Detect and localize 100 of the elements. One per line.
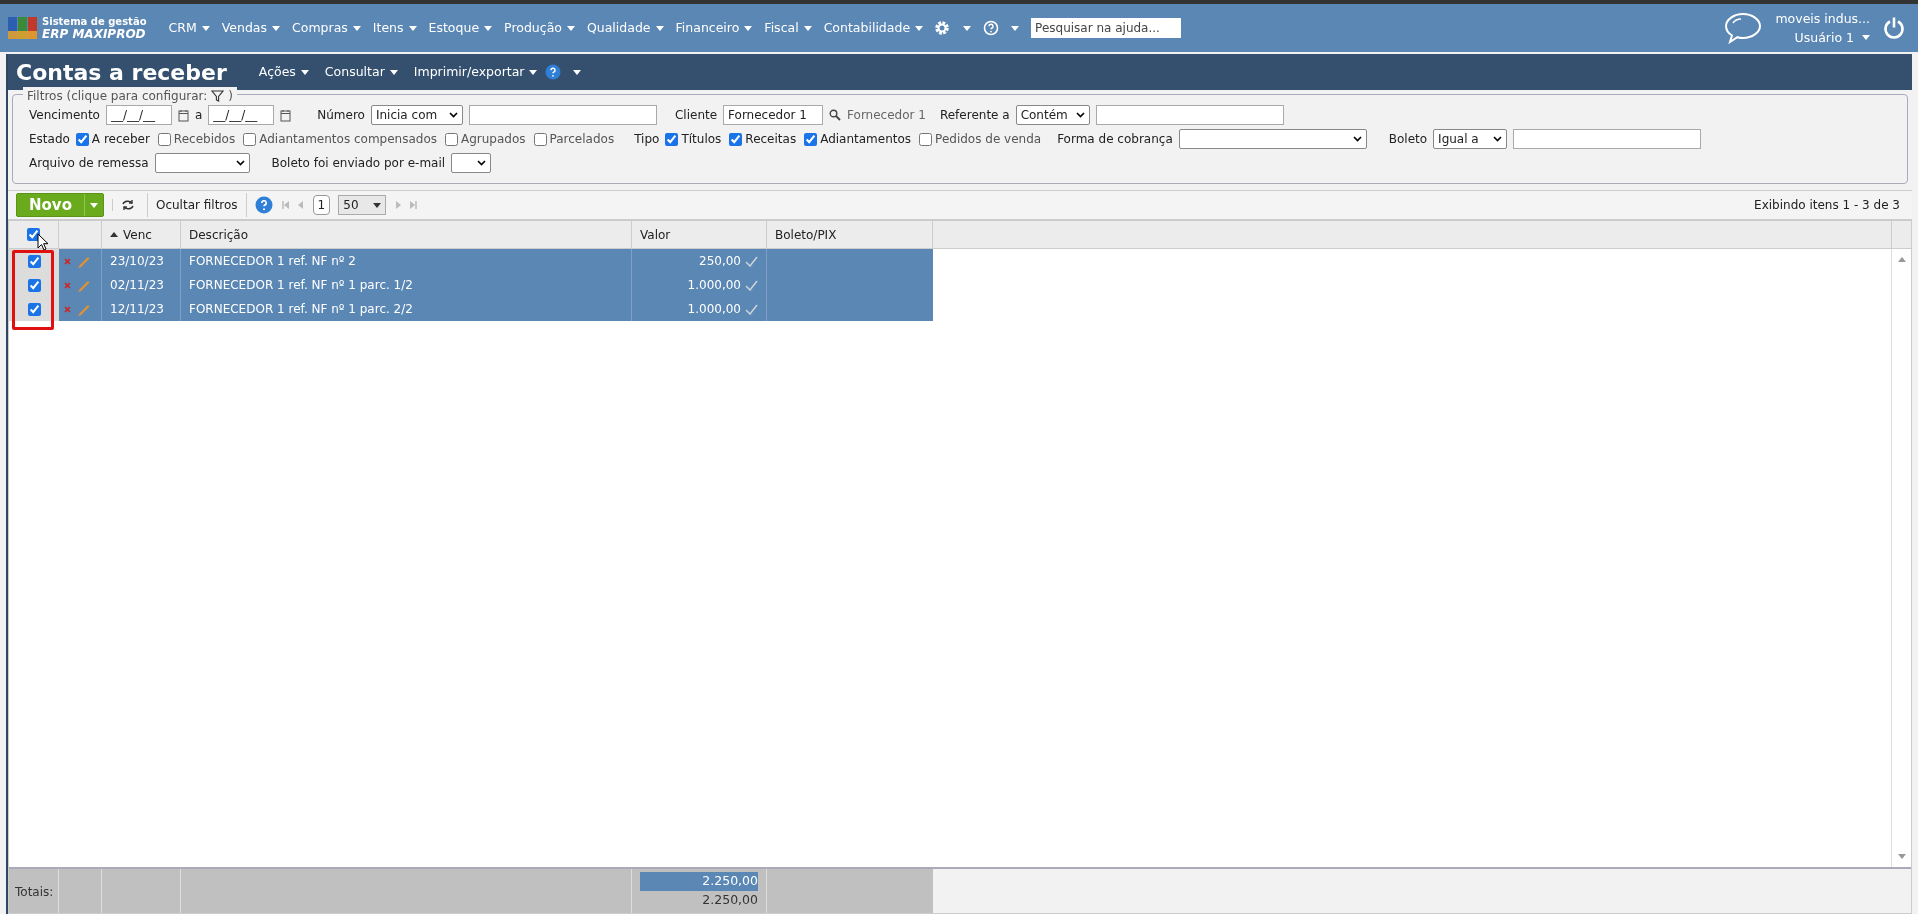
page-title: Contas a receber: [16, 58, 227, 87]
caret-icon: [529, 69, 538, 75]
caret-icon: [352, 25, 361, 31]
column-header[interactable]: Boleto/PIX: [767, 221, 933, 248]
menu-item[interactable]: Financeiro: [669, 18, 759, 38]
caret-icon: [89, 202, 98, 208]
menu-item[interactable]: Fiscal: [758, 18, 818, 38]
scroll-down-icon: [1897, 854, 1906, 859]
field-label: Cliente: [674, 107, 718, 124]
checkbox[interactable]: [243, 132, 257, 146]
field-label: Boleto: [1388, 131, 1428, 148]
user-menu[interactable]: Usuário 1: [1794, 28, 1870, 47]
table-row[interactable]: 23/10/23 FORNECEDOR 1 ref. NF nº 2 250,00: [9, 249, 933, 273]
checkbox[interactable]: [27, 278, 41, 292]
help-menu[interactable]: [545, 64, 582, 80]
checkbox[interactable]: [665, 132, 679, 146]
checkbox[interactable]: [27, 302, 41, 316]
search-icon: [829, 109, 842, 121]
table-row[interactable]: 12/11/23 FORNECEDOR 1 ref. NF nº 1 parc. 2/2 1.000,00: [9, 297, 933, 321]
logo-text: ERP MAXIPROD: [42, 28, 147, 41]
table-cell-text: 250,00: [699, 253, 741, 270]
search-field[interactable]: Pesquisar na ajuda...: [1031, 18, 1182, 38]
scroll-up-icon: [1897, 257, 1906, 262]
chat-icon: [1723, 11, 1764, 45]
checkbox[interactable]: [729, 132, 743, 146]
settings-icon: [933, 19, 952, 37]
checkbox[interactable]: [533, 132, 547, 146]
caret-icon: [300, 69, 309, 75]
match-select[interactable]: Contém: [1015, 105, 1090, 125]
page-size-select[interactable]: 50: [338, 195, 387, 215]
checkbox[interactable]: [919, 132, 933, 146]
caret-icon: [389, 69, 398, 75]
menu-item[interactable]: Produção: [498, 18, 581, 38]
table-cell-text: 1.000,00: [687, 277, 741, 294]
menu-item[interactable]: Imprimir/exportar: [413, 62, 538, 82]
page-number[interactable]: 1: [312, 195, 331, 215]
logo-caption: Sistema de gestão: [42, 15, 147, 28]
sort-up-icon: [110, 232, 118, 237]
menu-item[interactable]: Itens: [366, 18, 423, 38]
checkbox[interactable]: [445, 132, 458, 146]
caret-icon: [566, 25, 575, 31]
caret-icon: [272, 25, 281, 31]
power-button[interactable]: [1882, 16, 1906, 40]
date-field[interactable]: __/__/__: [105, 105, 172, 125]
dropdown[interactable]: [154, 153, 250, 173]
help-icon: [983, 20, 1000, 36]
power-icon: [1882, 16, 1906, 40]
logo-icon: [8, 15, 38, 41]
checkbox-label: Adiantamentos compensados: [259, 131, 437, 148]
field-label: Fornecedor 1: [847, 107, 926, 124]
checkbox[interactable]: [804, 132, 818, 146]
delete-icon: [64, 281, 71, 289]
match-select[interactable]: Inicia com: [370, 105, 463, 125]
menu-item[interactable]: Estoque: [422, 18, 499, 38]
field-label: a: [194, 107, 203, 124]
check-icon: [745, 303, 758, 315]
help-icon: [545, 64, 562, 80]
client-field[interactable]: Fornecedor 1: [723, 105, 824, 125]
menu-item[interactable]: Qualidade: [580, 18, 670, 38]
field-label: Referente a: [939, 107, 1010, 124]
column-header[interactable]: Venc: [102, 221, 181, 248]
caret-icon: [201, 25, 210, 31]
checkbox-label: Adiantamentos: [820, 131, 912, 148]
hide-filters-button[interactable]: Ocultar filtros: [146, 193, 247, 217]
menu-item[interactable]: Ações: [258, 62, 309, 82]
table-cell: 12/11/23: [102, 297, 181, 321]
caret-icon: [744, 25, 753, 31]
checkbox-label: Agrupados: [461, 131, 526, 148]
dropdown[interactable]: [1178, 129, 1367, 149]
caret-icon: [408, 25, 417, 31]
input-field[interactable]: [1095, 105, 1284, 125]
menu-item[interactable]: Vendas: [215, 18, 287, 38]
checkbox[interactable]: [157, 132, 171, 146]
checkbox-label: Parcelados: [549, 131, 615, 148]
caret-icon: [1011, 25, 1020, 31]
caret-icon: [1862, 35, 1870, 40]
input-field[interactable]: [468, 105, 657, 125]
table-row[interactable]: 02/11/23 FORNECEDOR 1 ref. NF nº 1 parc. 1/2 1.000,00: [9, 273, 933, 297]
input-field[interactable]: [1513, 129, 1702, 149]
pencil-icon: [77, 254, 91, 268]
dropdown[interactable]: [451, 153, 492, 173]
caret-icon: [963, 25, 972, 31]
column-header[interactable]: Valor: [632, 221, 767, 248]
filter-legend[interactable]: Filtros (clique para configurar:: [27, 87, 208, 105]
checkbox[interactable]: [75, 132, 89, 146]
filter-icon: [211, 90, 225, 102]
menu-item[interactable]: Compras: [286, 18, 367, 38]
column-header[interactable]: Descrição: [181, 221, 632, 248]
checkbox-label: Títulos: [681, 131, 722, 148]
field-label: Estado: [29, 131, 70, 148]
menu-item[interactable]: CRM: [162, 18, 216, 38]
chevron-icon: [477, 160, 487, 166]
checkbox[interactable]: [27, 254, 41, 268]
table-cell: FORNECEDOR 1 ref. NF nº 1 parc. 2/2: [181, 297, 632, 321]
menu-item[interactable]: Consultar: [324, 62, 398, 82]
date-field[interactable]: __/__/__: [208, 105, 275, 125]
menu-item[interactable]: Contabilidade: [817, 18, 930, 38]
match-select[interactable]: Igual a: [1433, 129, 1508, 149]
table-cell-text: 1.000,00: [687, 301, 741, 318]
chevron-icon: [1493, 136, 1503, 142]
